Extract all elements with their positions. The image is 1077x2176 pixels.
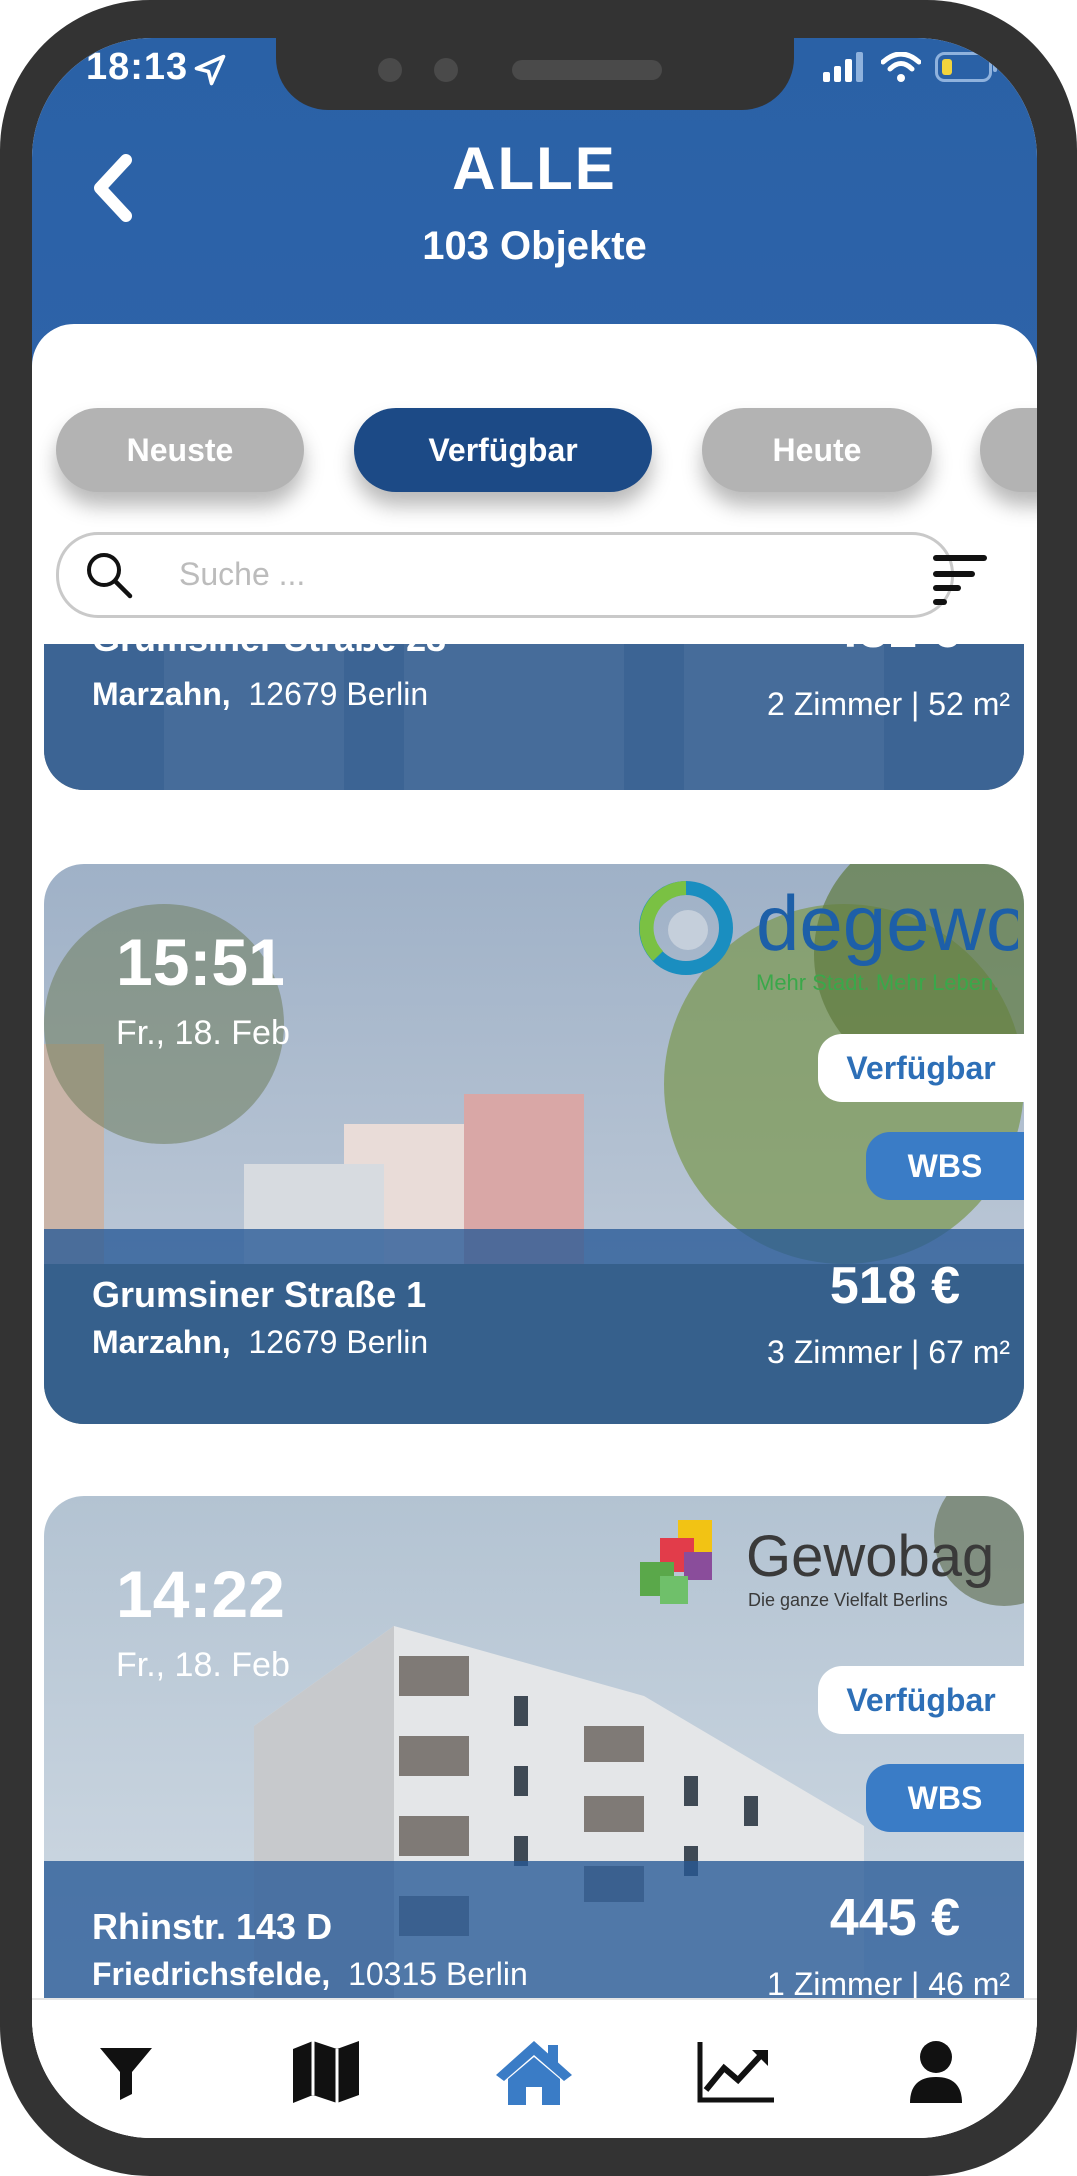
nav-home[interactable] [494, 2032, 574, 2112]
battery-icon [935, 52, 997, 82]
listing-time: 14:22 [116, 1557, 285, 1631]
chart-icon [697, 2042, 774, 2103]
listing-date: Fr., 18. Feb [116, 1014, 290, 1052]
sort-icon[interactable] [932, 552, 988, 606]
gewobag-logo: Gewobag Die ganze Vielfalt Berlins [636, 1516, 1016, 1626]
nav-filter[interactable] [86, 2032, 166, 2112]
svg-text:Gewobag: Gewobag [746, 1524, 994, 1589]
status-badge: Verfügbar [818, 1034, 1024, 1102]
wbs-badge: WBS [866, 1132, 1024, 1200]
location-arrow-icon [194, 54, 226, 86]
listing-time: 15:51 [116, 925, 285, 999]
page-title: ALLE [452, 135, 617, 202]
status-badge: Verfügbar [818, 1666, 1024, 1734]
listing-list[interactable]: Grumsiner Straße 23 Marzahn, 12679 Berli… [32, 644, 1037, 2010]
nav-statistics[interactable] [696, 2032, 776, 2112]
listing-rooms: 2 Zimmer | 52 m² [767, 686, 1010, 722]
search-bar[interactable] [56, 532, 954, 618]
listing-card[interactable]: Grumsiner Straße 23 Marzahn, 12679 Berli… [44, 644, 1024, 790]
degewo-logo: degewo Mehr Stadt. Mehr Leben. [638, 878, 1024, 1008]
svg-text:Die ganze Vielfalt Berlins: Die ganze Vielfalt Berlins [748, 1590, 948, 1610]
filter-chips: Neuste Verfügbar Heute [32, 408, 1037, 508]
chip-more[interactable] [980, 408, 1037, 492]
listing-location: Friedrichsfelde, 10315 Berlin [92, 1956, 528, 1992]
listing-location: Marzahn, 12679 Berlin [92, 676, 429, 712]
listing-rooms: 3 Zimmer | 67 m² [767, 1334, 1010, 1370]
search-icon [87, 553, 133, 599]
chip-heute[interactable]: Heute [702, 408, 932, 492]
wifi-icon [881, 52, 921, 82]
signal-icon [823, 52, 863, 82]
listing-price: 445 € [829, 1889, 960, 1947]
listing-street: Grumsiner Straße 23 [92, 644, 446, 660]
chip-verfuegbar[interactable]: Verfügbar [354, 408, 652, 492]
chip-neuste[interactable]: Neuste [56, 408, 304, 492]
svg-text:Mehr Stadt. Mehr Leben.: Mehr Stadt. Mehr Leben. [756, 970, 999, 995]
phone-frame: 18:13 ALLE 103 Objekte Neuste Verfügbar … [0, 0, 1077, 2176]
listing-date: Fr., 18. Feb [116, 1646, 290, 1684]
app-screen: 18:13 ALLE 103 Objekte Neuste Verfügbar … [32, 38, 1037, 2138]
listing-price: 431 € [830, 644, 960, 660]
listing-price: 518 € [829, 1257, 960, 1315]
listing-street: Grumsiner Straße 1 [92, 1274, 427, 1315]
object-count: 103 Objekte [422, 224, 647, 268]
bottom-nav [32, 1998, 1037, 2138]
status-indicators [823, 52, 997, 82]
filter-icon [100, 2048, 152, 2100]
user-icon [910, 2041, 962, 2103]
listing-street: Rhinstr. 143 D [92, 1906, 333, 1947]
home-icon [496, 2041, 572, 2105]
listing-card[interactable]: 15:51 Fr., 18. Feb degewo Mehr Stadt. Me… [44, 864, 1024, 1424]
nav-map[interactable] [286, 2032, 366, 2112]
nav-profile[interactable] [896, 2032, 976, 2112]
listing-card[interactable]: 14:22 Fr., 18. Feb Gewobag Die ganze Vie… [44, 1496, 1024, 2010]
wbs-badge: WBS [866, 1764, 1024, 1832]
map-icon [293, 2041, 359, 2103]
svg-text:degewo: degewo [756, 879, 1018, 967]
search-input[interactable] [177, 545, 921, 603]
listing-location: Marzahn, 12679 Berlin [92, 1324, 429, 1360]
status-time: 18:13 [86, 46, 189, 88]
device-notch [276, 38, 794, 110]
